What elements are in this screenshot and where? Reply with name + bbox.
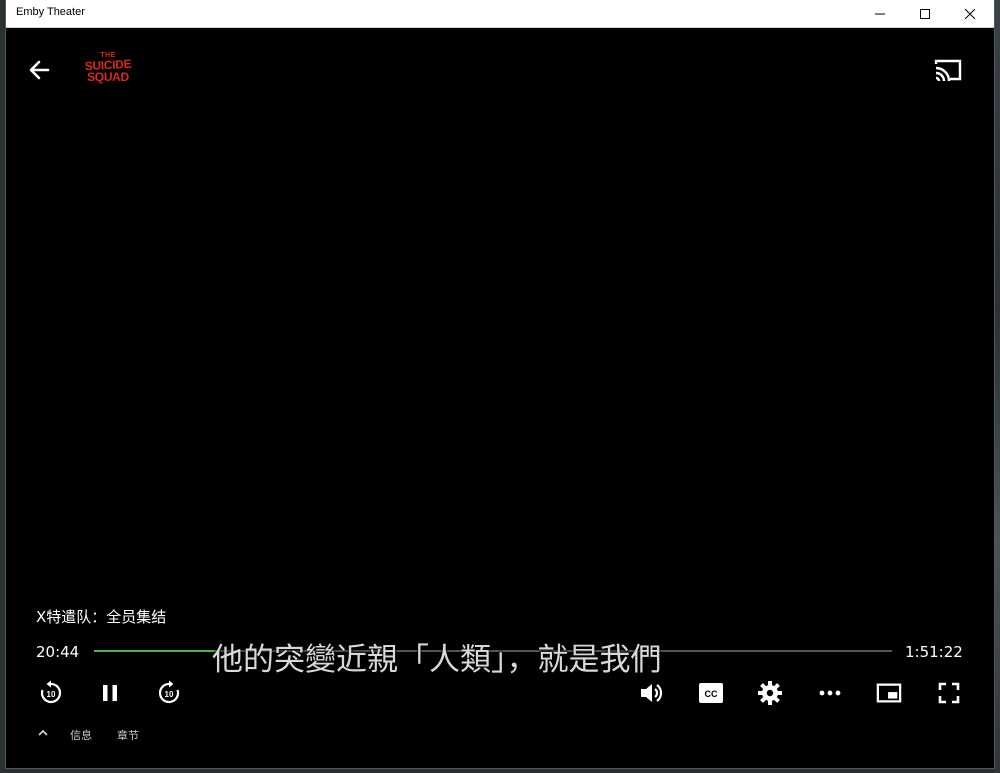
fullscreen-button[interactable] — [936, 680, 962, 706]
back-arrow-icon — [29, 60, 50, 80]
maximize-icon — [920, 8, 930, 19]
media-logo: THE SUICIDE SQUAD — [80, 52, 136, 84]
current-time: 20:44 — [36, 643, 80, 661]
window-title: Emby Theater — [16, 6, 85, 18]
more-button[interactable] — [817, 680, 843, 706]
media-title: X特遣队：全员集结 — [36, 608, 167, 626]
subtitles-button[interactable]: CC — [698, 680, 724, 706]
forward-10-icon: 10 — [158, 680, 180, 704]
desktop-background — [994, 0, 1000, 773]
back-button[interactable] — [26, 56, 54, 84]
maximize-button[interactable] — [903, 0, 947, 27]
fullscreen-icon — [938, 682, 960, 704]
seek-bar-progress — [94, 650, 218, 652]
forward-seconds-label: 10 — [165, 690, 174, 699]
forward-10-button[interactable]: 10 — [156, 680, 182, 706]
logo-line-2: SUICIDE — [84, 56, 132, 74]
tab-info[interactable]: 信息 — [70, 727, 92, 743]
picture-in-picture-icon — [876, 683, 902, 703]
total-time: 1:51:22 — [905, 643, 963, 661]
gear-icon — [758, 681, 782, 705]
volume-button[interactable] — [638, 680, 664, 706]
minimize-button[interactable] — [858, 0, 902, 27]
volume-icon — [641, 684, 663, 702]
cast-icon — [934, 59, 962, 82]
minimize-icon — [875, 13, 885, 14]
cc-label: CC — [705, 689, 718, 699]
app-window: Emby Theater THE SUICIDE SQUAD X特遣队：全员集结… — [6, 0, 994, 768]
cast-button[interactable] — [932, 56, 964, 84]
title-bar: Emby Theater — [6, 0, 994, 28]
close-button[interactable] — [948, 0, 992, 27]
tab-chapters[interactable]: 章节 — [117, 727, 139, 743]
pause-icon — [103, 685, 117, 701]
subtitle-text: 他的突變近親「人類」，就是我們 — [212, 642, 662, 678]
close-icon — [965, 8, 975, 19]
rewind-seconds-label: 10 — [47, 690, 56, 699]
closed-captions-icon: CC — [699, 683, 723, 703]
video-player[interactable]: THE SUICIDE SQUAD X特遣队：全员集结 20:44 1:51:2… — [6, 28, 994, 768]
picture-in-picture-button[interactable] — [876, 680, 902, 706]
settings-button[interactable] — [757, 680, 783, 706]
replay-10-icon: 10 — [40, 680, 62, 704]
expand-button[interactable] — [36, 726, 50, 740]
more-icon — [819, 690, 841, 696]
chevron-up-icon — [38, 729, 48, 736]
rewind-10-button[interactable]: 10 — [38, 680, 64, 706]
pause-button[interactable] — [97, 680, 123, 706]
